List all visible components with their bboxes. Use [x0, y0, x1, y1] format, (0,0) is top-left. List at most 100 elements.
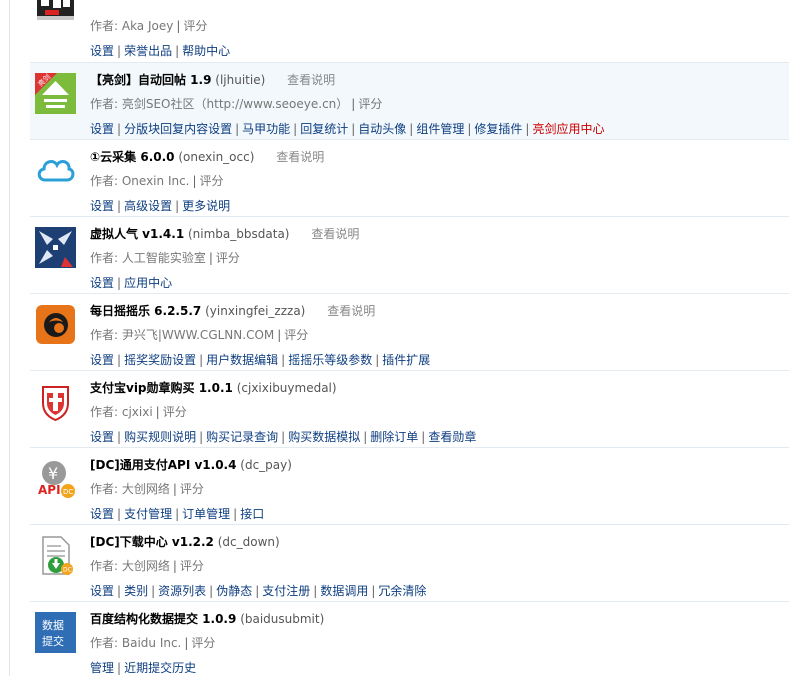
plugin-title: 百度结构化数据提交 1.0.9 (baidusubmit) [90, 610, 324, 627]
dcpay-icon-word: API [38, 483, 61, 497]
plugin-link[interactable]: 修复插件 [474, 122, 522, 136]
plugin-link[interactable]: 应用中心 [124, 276, 172, 290]
plugin-name: ①云采集 6.0.0 [90, 150, 175, 164]
plugin-link[interactable]: 类别 [124, 584, 148, 598]
plugin-row-aka: 作者: Aka Joey | 评分 设置 | 荣誉出品 | 帮助中心 [30, 0, 789, 63]
plugin-link[interactable]: 购买记录查询 [206, 430, 278, 444]
plugin-link[interactable]: 组件管理 [416, 122, 464, 136]
plugin-identifier: (cjxixibuymedal) [236, 381, 337, 395]
plugin-title: ①云采集 6.0.0 (onexin_occ) 查看说明 [90, 148, 324, 165]
plugin-row-baidu: 数据 提交 百度结构化数据提交 1.0.9 (baidusubmit) 作者: … [30, 602, 789, 678]
plugin-link[interactable]: 分版块回复内容设置 [124, 122, 232, 136]
plugin-identifier: (dc_pay) [240, 458, 292, 472]
baidu-icon-line2: 提交 [42, 634, 64, 648]
plugin-link[interactable]: 查看勋章 [428, 430, 476, 444]
app-center-link[interactable]: 亮剑应用中心 [532, 122, 604, 136]
dcdown-icon-tag: DC [63, 567, 72, 574]
plugin-link[interactable]: 删除订单 [370, 430, 418, 444]
plugin-author: 作者: 亮剑SEO社区（http://www.seoeye.cn） | 评分 [90, 97, 383, 111]
plugin-link[interactable]: 支付管理 [124, 507, 172, 521]
plugin-link[interactable]: 设置 [90, 507, 114, 521]
plugin-links: 设置 | 类别 | 资源列表 | 伪静态 | 支付注册 | 数据调用 | 冗余清除 [90, 584, 427, 598]
plugin-identifier: (onexin_occ) [178, 150, 255, 164]
nimba-plugin-icon [35, 227, 76, 268]
plugin-name: [DC]通用支付API v1.0.4 [90, 458, 237, 472]
plugin-link[interactable]: 自动头像 [358, 122, 406, 136]
plugin-row-dcdown: DC [DC]下载中心 v1.2.2 (dc_down) 作者: 大创网络 | 评分… [30, 525, 789, 602]
plugin-name: 支付宝vip勋章购买 1.0.1 [90, 381, 233, 395]
plugin-link[interactable]: 回复统计 [300, 122, 348, 136]
plugin-identifier: (baidusubmit) [240, 612, 325, 626]
plugin-link[interactable]: 高级设置 [124, 199, 172, 213]
plugin-link[interactable]: 设置 [90, 584, 114, 598]
view-explanation-link[interactable]: 查看说明 [276, 150, 324, 164]
plugin-link[interactable]: 资源列表 [158, 584, 206, 598]
plugin-row-dcpay: ¥ API DC [DC]通用支付API v1.0.4 (dc_pay) 作者:… [30, 448, 789, 525]
plugin-row-nimba: 虚拟人气 v1.4.1 (nimba_bbsdata) 查看说明 作者: 人工智… [30, 217, 789, 294]
plugin-row-cjxixi: 支付宝vip勋章购买 1.0.1 (cjxixibuymedal) 作者: cj… [30, 371, 789, 448]
plugin-title: 支付宝vip勋章购买 1.0.1 (cjxixibuymedal) [90, 379, 337, 396]
plugin-row-ljhuitie: 亮剑 【亮剑】自动回帖 1.9 (ljhuitie) 查看说明 作者: 亮剑SE… [30, 63, 789, 140]
plugin-link[interactable]: 设置 [90, 122, 114, 136]
plugin-link[interactable]: 设置 [90, 276, 114, 290]
plugin-link[interactable]: 马甲功能 [242, 122, 290, 136]
baidu-icon-line1: 数据 [42, 618, 64, 632]
plugin-title: 每日摇摇乐 6.2.5.7 (yinxingfei_zzza) 查看说明 [90, 302, 375, 319]
plugin-link[interactable]: 购买规则说明 [124, 430, 196, 444]
plugin-links: 设置 | 荣誉出品 | 帮助中心 [90, 44, 231, 58]
plugin-author: 作者: Onexin Inc. | 评分 [90, 174, 224, 188]
data-submit-icon: 数据 提交 [35, 612, 76, 653]
download-icon: DC [35, 535, 76, 576]
plugin-link[interactable]: 支付注册 [262, 584, 310, 598]
api-payment-icon: ¥ API DC [35, 458, 76, 499]
plugin-row-onexin: ①云采集 6.0.0 (onexin_occ) 查看说明 作者: Onexin … [30, 140, 789, 217]
ljhuitie-plugin-icon: 亮剑 [35, 73, 76, 114]
plugin-link[interactable]: 设置 [90, 430, 114, 444]
plugin-title: [DC]通用支付API v1.0.4 (dc_pay) [90, 456, 292, 473]
plugin-links: 设置 | 购买规则说明 | 购买记录查询 | 购买数据模拟 | 删除订单 | 查看勋章 [90, 430, 477, 444]
plugin-links: 设置 | 分版块回复内容设置 | 马甲功能 | 回复统计 | 自动头像 | 组件管理 | 修复插件 | 亮剑… [90, 122, 605, 136]
view-explanation-link[interactable]: 查看说明 [327, 304, 375, 318]
plugin-author: 作者: 尹兴飞|WWW.CGLNN.COM | 评分 [90, 328, 309, 342]
plugin-identifier: (nimba_bbsdata) [188, 227, 290, 241]
plugin-title: [DC]下载中心 v1.2.2 (dc_down) [90, 533, 280, 550]
plugin-link[interactable]: 冗余清除 [378, 584, 426, 598]
plugin-links: 设置 | 高级设置 | 更多说明 [90, 199, 231, 213]
plugin-links: 设置 | 支付管理 | 订单管理 | 接口 [90, 507, 265, 521]
plugin-title: 虚拟人气 v1.4.1 (nimba_bbsdata) 查看说明 [90, 225, 359, 242]
cloud-icon [35, 150, 76, 191]
plugin-link[interactable]: 订单管理 [182, 507, 230, 521]
plugin-link[interactable]: 摇奖奖励设置 [124, 353, 196, 367]
plugin-title: 【亮剑】自动回帖 1.9 (ljhuitie) 查看说明 [90, 71, 335, 88]
plugin-link[interactable]: 设置 [90, 353, 114, 367]
plugin-link[interactable]: 荣誉出品 [124, 44, 172, 58]
view-explanation-link[interactable]: 查看说明 [311, 227, 359, 241]
plugin-name: 【亮剑】自动回帖 1.9 [90, 73, 212, 87]
plugin-link[interactable]: 购买数据模拟 [288, 430, 360, 444]
plugin-name: 百度结构化数据提交 1.0.9 [90, 612, 237, 626]
plugin-author: 作者: 大创网络 | 评分 [90, 482, 204, 496]
plugin-link[interactable]: 管理 [90, 661, 114, 675]
view-explanation-link[interactable]: 查看说明 [287, 73, 335, 87]
plugin-links: 设置 | 摇奖奖励设置 | 用户数据编辑 | 摇摇乐等级参数 | 插件扩展 [90, 353, 431, 367]
plugin-identifier: (yinxingfei_zzza) [205, 304, 306, 318]
plugin-list: 作者: Aka Joey | 评分 设置 | 荣誉出品 | 帮助中心 亮剑 【亮剑】自动回帖… [30, 0, 789, 678]
plugin-link[interactable]: 伪静态 [216, 584, 252, 598]
plugin-link[interactable]: 近期提交历史 [124, 661, 196, 675]
plugin-link[interactable]: 帮助中心 [182, 44, 230, 58]
plugin-link[interactable]: 更多说明 [182, 199, 230, 213]
plugin-link[interactable]: 接口 [240, 507, 264, 521]
plugin-link[interactable]: 插件扩展 [382, 353, 430, 367]
plugin-link[interactable]: 数据调用 [320, 584, 368, 598]
aka-plugin-icon [35, 0, 76, 24]
plugin-link[interactable]: 设置 [90, 44, 114, 58]
plugin-link[interactable]: 设置 [90, 199, 114, 213]
plugin-name: 虚拟人气 v1.4.1 [90, 227, 185, 241]
plugin-link[interactable]: 摇摇乐等级参数 [288, 353, 372, 367]
plugin-link[interactable]: 用户数据编辑 [206, 353, 278, 367]
left-border [9, 0, 10, 676]
zzza-plugin-icon [35, 304, 76, 345]
plugin-author: 作者: Aka Joey | 评分 [90, 19, 208, 33]
plugin-author: 作者: Baidu Inc. | 评分 [90, 636, 216, 650]
plugin-name: [DC]下载中心 v1.2.2 [90, 535, 214, 549]
